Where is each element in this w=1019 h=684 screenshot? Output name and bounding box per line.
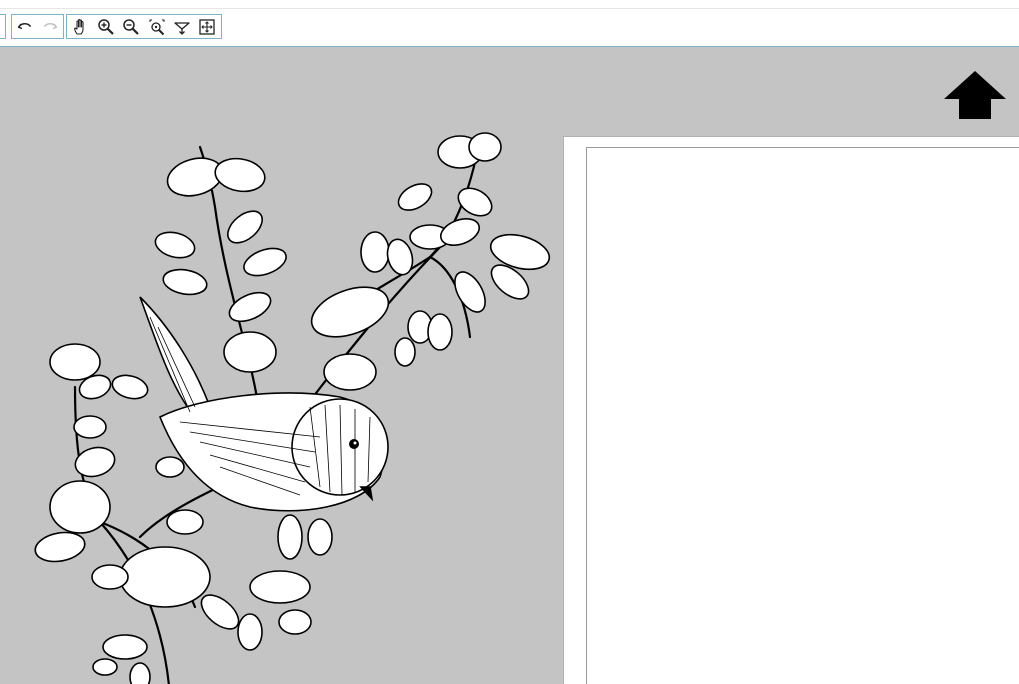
design-canvas[interactable] (0, 47, 1019, 684)
redo-button[interactable] (38, 15, 63, 38)
flip-icon (174, 21, 190, 35)
center-button[interactable] (195, 15, 220, 38)
undo-icon (18, 22, 32, 29)
pan-hand-icon (73, 18, 84, 35)
center-icon (199, 18, 215, 35)
zoom-in-button[interactable] (93, 15, 118, 38)
top-strip (0, 0, 1019, 9)
up-arrow-icon[interactable] (944, 71, 1006, 119)
view-tools-group (66, 14, 222, 39)
edge-control (0, 14, 6, 39)
flip-button[interactable] (169, 15, 194, 38)
pan-button[interactable] (68, 15, 93, 38)
inner-mat (586, 147, 1019, 684)
zoom-out-button[interactable] (119, 15, 144, 38)
history-group (11, 14, 64, 39)
zoom-fit-button[interactable] (144, 15, 169, 38)
undo-button[interactable] (13, 15, 38, 38)
zoom-fit-icon (149, 19, 165, 35)
zoom-in-icon (98, 18, 114, 35)
bird-artwork[interactable] (20, 67, 565, 684)
redo-icon (43, 22, 57, 29)
zoom-out-icon (123, 18, 140, 35)
toolbar (0, 9, 1019, 47)
